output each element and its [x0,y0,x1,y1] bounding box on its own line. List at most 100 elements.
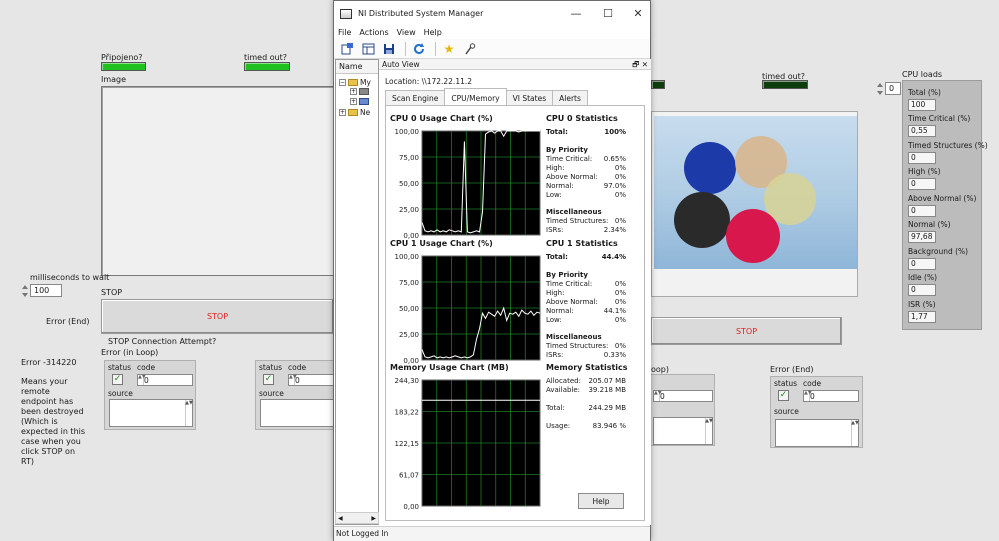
timed-out-label: timed out? [244,53,288,62]
status-check-icon: ✓ [263,374,274,385]
image-label: Image [101,75,127,84]
y-tick-label: 50,00 [399,180,419,188]
pripojeno-label: Připojeno? [101,53,143,62]
code-value: 0 [810,391,815,401]
code-field[interactable]: ▲▼ 0 [803,390,859,402]
pane-restore-close-icon[interactable]: 🗗 ✕ [632,59,648,70]
scroll-left-icon[interactable]: ◀ [338,515,343,522]
source-label: source [259,389,284,398]
scroll-arrows-icon[interactable]: ▲▼ [705,418,713,444]
cpu-loads-cluster: Total (%) 100 Time Critical (%) 0,55 Tim… [902,80,988,330]
code-label: code [137,363,156,372]
y-tick-label: 100,00 [395,128,420,136]
stats-misc-header: Miscellaneous [546,208,602,216]
code-label: code [803,379,822,388]
code-field[interactable]: ▲▼ 0 [137,374,193,386]
ms-wait-label: milliseconds to wait [30,273,110,282]
memory-chart-plot: 244,30 183,22 122,15 61,07 0,00 [395,377,541,510]
cpu-load-label: Background (%) [908,247,969,256]
cpu-load-value: 0 [908,258,936,270]
stop-button-right[interactable]: STOP [651,317,842,345]
menu-help[interactable]: Help [420,26,446,39]
source-field[interactable]: ▲▼ [109,399,193,427]
ms-wait-spinner[interactable] [22,284,29,297]
cpu-index-spinner[interactable] [877,82,884,95]
tab-strip: Scan Engine CPU/Memory VI States Alerts [385,88,588,105]
menu-bar: File Actions View Help [334,26,650,39]
error-end-right-label: Error (End) [770,365,814,374]
blue-disc [684,142,736,194]
cpu-load-value: 1,77 [908,311,936,323]
cpu-load-value: 0 [908,284,936,296]
cpu-load-label: Normal (%) [908,220,951,229]
scroll-arrows-icon[interactable]: ▲▼ [185,400,193,426]
y-tick-label: 75,00 [399,279,419,287]
source-label: source [108,389,133,398]
cpu0-stats: CPU 0 Statistics Total: 100% By Priority … [546,114,626,239]
source-field[interactable]: ▲▼ [653,417,713,445]
tree-horizontal-scrollbar[interactable]: ◀ ▶ [335,512,379,524]
cpu-load-value: 97,68 [908,231,936,243]
grid-icon[interactable] [359,41,377,57]
minimize-icon[interactable]: — [560,1,592,26]
maximize-icon[interactable]: ☐ [592,1,624,26]
stop-button[interactable]: STOP [101,299,334,334]
tree-header[interactable]: Name [336,60,378,74]
stats-title: CPU 1 Statistics [546,239,618,248]
tree-node-my-systems[interactable]: − My [339,78,371,87]
stats-priority-header: By Priority [546,271,588,279]
stats-row: Normal: 97.0% [546,182,626,190]
save-icon[interactable] [380,41,398,57]
scroll-right-icon[interactable]: ▶ [371,515,376,522]
status-check-icon: ✓ [112,374,123,385]
stats-misc-header: Miscellaneous [546,333,602,341]
menu-file[interactable]: File [334,26,355,39]
new-icon[interactable] [338,41,356,57]
source-field[interactable] [260,399,334,427]
ms-wait-control[interactable]: 100 [22,284,62,297]
status-check-icon: ✓ [778,390,789,401]
code-field[interactable]: ▲▼ 0 [288,374,334,386]
y-tick-label: 183,22 [395,409,420,417]
auto-view-title: Auto View [382,60,420,69]
close-icon[interactable]: ✕ [622,1,654,26]
scroll-arrows-icon[interactable]: ▲▼ [851,420,859,446]
camera-image [651,111,858,297]
star-icon[interactable]: ★ [440,41,458,57]
refresh-icon[interactable] [410,41,428,57]
tree-node-target[interactable]: + [350,88,371,95]
stats-priority-header: By Priority [546,146,588,154]
error-in-loop-right-label: oop) [651,365,669,374]
tree-node-target[interactable]: + [350,98,371,105]
code-field[interactable]: ▲▼ 0 [653,390,713,402]
menu-view[interactable]: View [393,26,420,39]
y-tick-label: 0,00 [403,232,419,239]
ms-wait-input[interactable]: 100 [30,284,62,297]
source-field[interactable]: ▲▼ [775,419,859,447]
image-display [101,86,334,276]
error-end-cluster: status code ✓ ▲▼ 0 source [255,360,335,430]
tab-alerts[interactable]: Alerts [552,90,588,105]
title-bar[interactable]: NI Distributed System Manager — ☐ ✕ [334,1,650,26]
menu-actions[interactable]: Actions [355,26,392,39]
y-tick-label: 122,15 [395,440,420,448]
y-tick-label: 61,07 [399,472,419,480]
memory-stats: Memory Statistics Allocated: 205.07 MB Av… [546,363,628,463]
tab-vi-states[interactable]: VI States [505,90,554,105]
stats-row: Available: 39.218 MB [546,386,626,394]
stats-row: Above Normal: 0% [546,173,626,181]
error-in-loop-label: Error (in Loop) [101,348,159,357]
stats-total-row: Total: 100% [546,128,626,136]
cpu-load-value: 0 [908,205,936,217]
y-tick-label: 25,00 [399,331,419,339]
help-button[interactable]: Help [578,493,624,509]
code-value: 0 [144,375,149,385]
code-value: 0 [295,375,300,385]
cpu-index-input[interactable]: 0 [885,82,901,95]
probe-icon[interactable] [461,41,479,57]
cpu-load-label: Time Critical (%) [908,114,971,123]
tab-cpu-memory[interactable]: CPU/Memory [444,88,507,105]
cpu-index-control[interactable]: 0 [877,82,901,95]
tab-scan-engine[interactable]: Scan Engine [385,90,446,105]
tree-node-network[interactable]: + Ne [339,108,370,117]
